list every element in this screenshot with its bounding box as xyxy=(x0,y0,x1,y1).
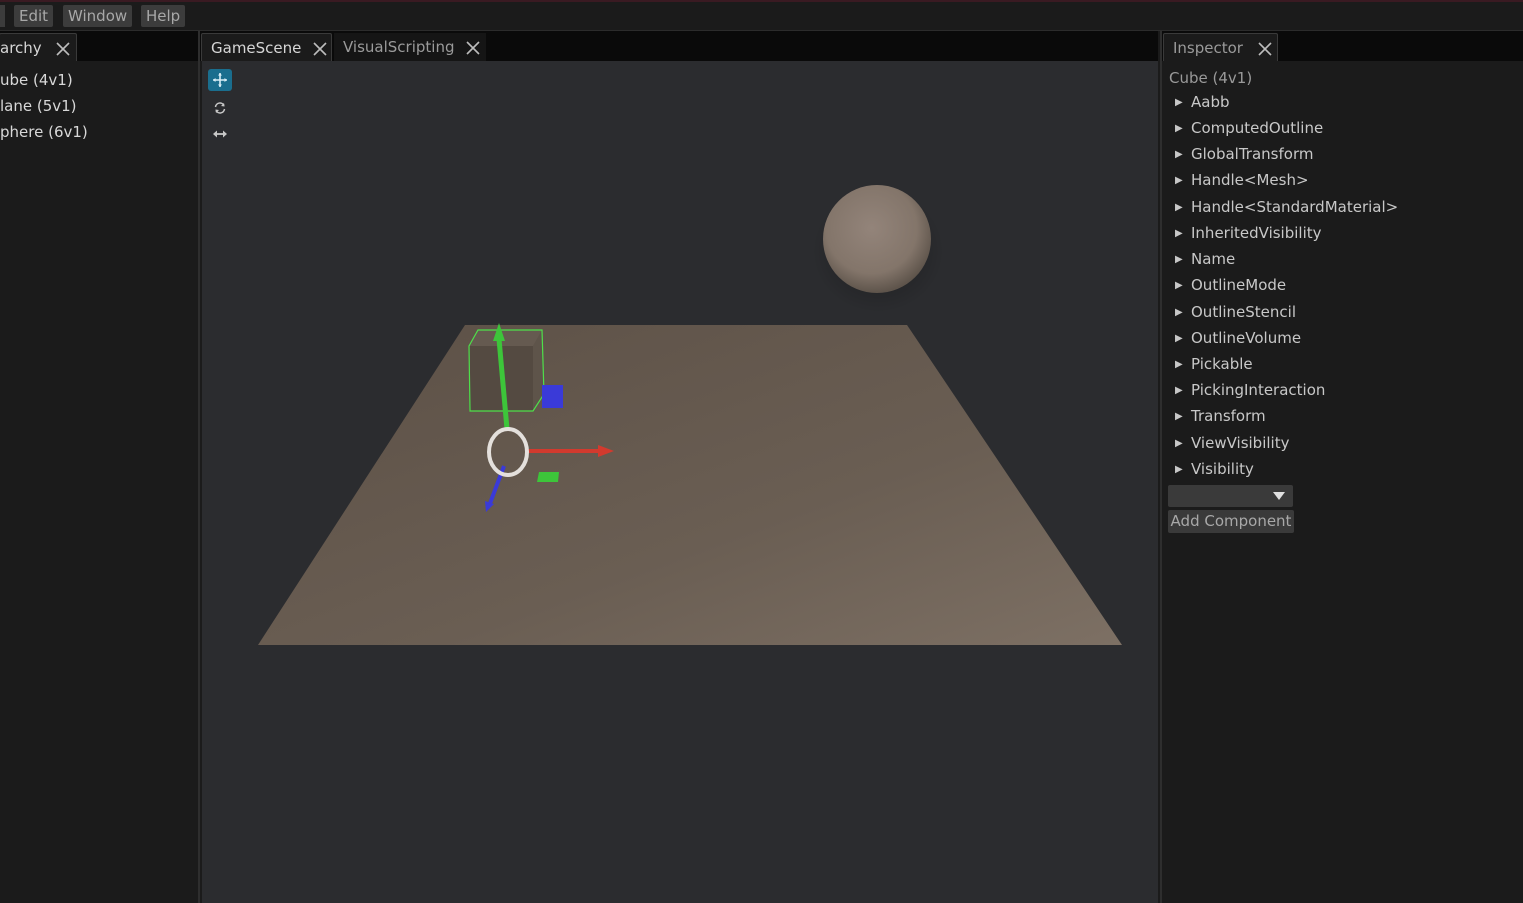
expand-triangle-icon: ▶ xyxy=(1175,97,1183,108)
expand-triangle-icon: ▶ xyxy=(1175,202,1183,213)
menu-edit[interactable]: Edit xyxy=(14,5,54,27)
inspector-tabstrip: Inspector xyxy=(1162,31,1523,61)
close-icon[interactable] xyxy=(465,33,481,61)
component-pickable[interactable]: ▶ Pickable xyxy=(1175,355,1253,373)
scene-viewport[interactable] xyxy=(202,61,1158,903)
expand-triangle-icon: ▶ xyxy=(1175,149,1183,160)
hierarchy-item-sphere[interactable]: phere (6v1) xyxy=(0,123,88,141)
scale-tool-button[interactable] xyxy=(208,123,232,145)
dropdown-caret-icon xyxy=(1273,492,1285,500)
hierarchy-item-plane[interactable]: lane (5v1) xyxy=(0,97,77,115)
component-handle-mesh[interactable]: ▶ Handle<Mesh> xyxy=(1175,171,1309,189)
expand-triangle-icon: ▶ xyxy=(1175,359,1183,370)
expand-triangle-icon: ▶ xyxy=(1175,123,1183,134)
move-icon xyxy=(213,73,227,87)
component-viewvisibility[interactable]: ▶ ViewVisibility xyxy=(1175,434,1289,452)
sphere-mesh[interactable] xyxy=(823,185,931,293)
close-icon[interactable] xyxy=(312,34,328,62)
gizmo-plane-xz xyxy=(537,472,559,482)
expand-triangle-icon: ▶ xyxy=(1175,385,1183,396)
component-handle-standardmaterial[interactable]: ▶ Handle<StandardMaterial> xyxy=(1175,198,1398,216)
tab-inspector[interactable]: Inspector xyxy=(1163,33,1278,61)
tab-gamescene-label: GameScene xyxy=(211,39,302,57)
scene-render xyxy=(258,185,1122,645)
component-outlinemode[interactable]: ▶ OutlineMode xyxy=(1175,276,1286,294)
scene-tabstrip: GameScene VisualScripting xyxy=(200,31,1158,61)
menu-window[interactable]: Window xyxy=(63,5,133,27)
component-aabb[interactable]: ▶ Aabb xyxy=(1175,93,1230,111)
tab-visualscripting[interactable]: VisualScripting xyxy=(334,33,486,61)
component-globaltransform[interactable]: ▶ GlobalTransform xyxy=(1175,145,1313,163)
expand-triangle-icon: ▶ xyxy=(1175,280,1183,291)
tab-hierarchy-label: archy xyxy=(0,39,42,57)
resize-horizontal-icon xyxy=(213,130,227,138)
add-component-button[interactable]: Add Component xyxy=(1168,510,1294,533)
menu-item-file-partial[interactable] xyxy=(0,5,5,27)
expand-triangle-icon: ▶ xyxy=(1175,175,1183,186)
plane-mesh[interactable] xyxy=(258,325,1122,645)
expand-triangle-icon: ▶ xyxy=(1175,307,1183,318)
component-type-select[interactable] xyxy=(1168,485,1293,507)
inspector-entity-title: Cube (4v1) xyxy=(1169,69,1253,87)
expand-triangle-icon: ▶ xyxy=(1175,411,1183,422)
menu-help[interactable]: Help xyxy=(141,5,186,27)
component-inheritedvisibility[interactable]: ▶ InheritedVisibility xyxy=(1175,224,1322,242)
hierarchy-panel: archy ube (4v1) lane (5v1) phere (6v1) xyxy=(0,31,200,903)
tab-visualscripting-label: VisualScripting xyxy=(343,38,455,56)
component-name[interactable]: ▶ Name xyxy=(1175,250,1235,268)
expand-triangle-icon: ▶ xyxy=(1175,254,1183,265)
expand-triangle-icon: ▶ xyxy=(1175,464,1183,475)
expand-triangle-icon: ▶ xyxy=(1175,438,1183,449)
close-icon[interactable] xyxy=(1257,34,1273,62)
component-transform[interactable]: ▶ Transform xyxy=(1175,407,1266,425)
rotate-tool-button[interactable] xyxy=(208,97,232,119)
component-computedoutline[interactable]: ▶ ComputedOutline xyxy=(1175,119,1323,137)
rotate-icon xyxy=(214,102,226,114)
gizmo-plane-yz xyxy=(542,385,563,408)
hierarchy-tabstrip: archy xyxy=(0,31,198,61)
menu-bar: Edit Window Help xyxy=(0,2,1523,31)
center-tabstrip-bg: GameScene VisualScripting xyxy=(200,31,1158,61)
tab-gamescene[interactable]: GameScene xyxy=(201,33,332,61)
tab-hierarchy[interactable]: archy xyxy=(0,33,77,61)
translate-tool-button[interactable] xyxy=(208,69,232,91)
component-outlinevolume[interactable]: ▶ OutlineVolume xyxy=(1175,329,1301,347)
hierarchy-item-cube[interactable]: ube (4v1) xyxy=(0,71,73,89)
expand-triangle-icon: ▶ xyxy=(1175,228,1183,239)
component-pickinginteraction[interactable]: ▶ PickingInteraction xyxy=(1175,381,1325,399)
tab-inspector-label: Inspector xyxy=(1173,39,1243,57)
close-icon[interactable] xyxy=(55,34,71,62)
expand-triangle-icon: ▶ xyxy=(1175,333,1183,344)
component-visibility[interactable]: ▶ Visibility xyxy=(1175,460,1254,478)
component-outlinestencil[interactable]: ▶ OutlineStencil xyxy=(1175,303,1296,321)
